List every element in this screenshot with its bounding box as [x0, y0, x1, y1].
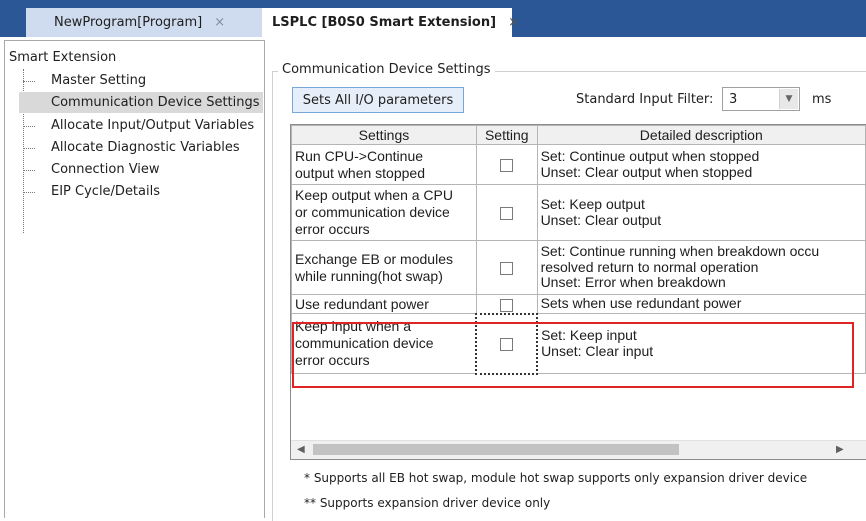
setting-checkbox[interactable] — [500, 338, 514, 352]
description-cell: Sets when use redundant power — [536, 294, 866, 314]
close-icon[interactable]: × — [214, 15, 225, 30]
scrollbar-thumb[interactable] — [313, 444, 679, 455]
table-row: Use redundant power Sets when use redund… — [291, 294, 866, 314]
tab-label: NewProgram[Program] — [54, 15, 203, 30]
tree-item-eip-cycle-details[interactable]: EIP Cycle/Details — [19, 181, 160, 202]
table-row: Run CPU->Continue output when stopped Se… — [291, 144, 866, 185]
setting-checkbox[interactable] — [500, 262, 514, 276]
setting-checkbox-cell[interactable] — [475, 240, 538, 295]
description-line: resolved return to normal operation — [540, 258, 759, 275]
description-line: Set: Keep output — [540, 196, 645, 212]
tree-root-smart-extension[interactable]: Smart Extension — [9, 50, 116, 65]
setting-name-line: Exchange EB or modules — [295, 250, 453, 267]
setting-name-cell: Run CPU->Continue output when stopped — [291, 144, 477, 185]
tree-item-connection-view[interactable]: Connection View — [19, 159, 160, 180]
settings-table: Settings Setting Detailed description Ru… — [291, 125, 866, 375]
setting-name-line: error occurs — [295, 221, 370, 237]
table-row: Exchange EB or modules while running(hot… — [291, 240, 866, 295]
description-line: Set: Continue output when stopped — [540, 148, 760, 164]
settings-grid: Settings Setting Detailed description Ru… — [290, 124, 866, 460]
footnote-hot-swap: * Supports all EB hot swap, module hot s… — [304, 471, 808, 485]
tab-lsplc-smart-extension[interactable]: LSPLC [B0S0 Smart Extension] × — [262, 8, 519, 37]
tree-item-allocate-diagnostic-variables[interactable]: Allocate Diagnostic Variables — [19, 137, 240, 158]
horizontal-scrollbar[interactable]: ◀ ▶ — [291, 440, 866, 459]
standard-input-filter-select[interactable]: 3 ▼ — [722, 87, 800, 111]
description-line: Unset: Error when breakdown — [540, 274, 726, 291]
setting-checkbox-cell[interactable] — [475, 144, 538, 185]
description-cell: Set: Keep output Unset: Clear output — [536, 184, 866, 241]
document-tab-bar: NewProgram[Program] × LSPLC [B0S0 Smart … — [0, 0, 866, 37]
column-header-settings[interactable]: Settings — [291, 125, 477, 145]
set-all-io-parameters-button[interactable]: Sets All I/O parameters — [292, 87, 464, 113]
setting-name-cell: Keep output when a CPU or communication … — [291, 184, 477, 241]
description-line: Set: Keep input — [541, 327, 637, 343]
tree-item-communication-device-settings[interactable]: Communication Device Settings — [19, 92, 263, 113]
description-cell: Set: Continue output when stopped Unset:… — [536, 144, 866, 185]
setting-name-line: or communication device — [295, 204, 450, 220]
description-line: Unset: Clear output — [540, 211, 662, 228]
description-line: Unset: Clear output when stopped — [540, 163, 753, 180]
tab-newprogram[interactable]: NewProgram[Program] × — [26, 8, 266, 37]
setting-name-cell: Use redundant power — [291, 294, 477, 314]
setting-name-line: Keep output when a CPU — [295, 187, 453, 203]
filter-unit: ms — [812, 92, 832, 107]
setting-name-cell: Keep input when a communication device e… — [291, 313, 477, 374]
scroll-right-arrow-icon[interactable]: ▶ — [836, 444, 844, 455]
setting-checkbox[interactable] — [500, 207, 514, 221]
setting-name-line: Run CPU->Continue — [295, 147, 424, 164]
chevron-down-icon[interactable]: ▼ — [779, 89, 798, 109]
setting-checkbox[interactable] — [500, 159, 514, 173]
settings-tree: Smart Extension Master Setting Communica… — [4, 40, 265, 518]
setting-name-line: communication device — [295, 335, 434, 351]
footnote-expansion-driver: ** Supports expansion driver device only — [304, 496, 551, 510]
description-cell: Set: Continue running when breakdown occ… — [536, 240, 866, 295]
description-line: Set: Continue running when breakdown occ… — [540, 243, 820, 260]
filter-value: 3 — [729, 92, 738, 107]
description-line: Sets when use redundant power — [540, 295, 742, 312]
table-row: Keep output when a CPU or communication … — [291, 184, 866, 241]
tree-item-master-setting[interactable]: Master Setting — [19, 70, 146, 91]
table-header-row: Settings Setting Detailed description — [291, 125, 866, 145]
setting-name-cell: Exchange EB or modules while running(hot… — [291, 240, 477, 295]
table-row-highlighted: Keep input when a communication device e… — [291, 312, 866, 375]
setting-name-line: while running(hot swap) — [295, 267, 443, 284]
column-header-setting[interactable]: Setting — [475, 125, 538, 145]
setting-name-line: Keep input when a — [295, 318, 411, 334]
description-line: Unset: Clear input — [541, 342, 654, 359]
setting-checkbox-cell[interactable] — [475, 294, 538, 314]
scroll-left-arrow-icon[interactable]: ◀ — [297, 444, 305, 455]
close-icon[interactable]: × — [508, 15, 519, 30]
setting-checkbox-cell[interactable] — [475, 184, 538, 241]
settings-panel: Communication Device Settings Sets All I… — [268, 40, 866, 521]
setting-checkbox-cell[interactable] — [475, 312, 539, 375]
tree-item-allocate-io-variables[interactable]: Allocate Input/Output Variables — [19, 115, 254, 136]
group-title: Communication Device Settings — [278, 62, 495, 77]
setting-name-line: Use redundant power — [295, 295, 429, 312]
column-header-detailed-description[interactable]: Detailed description — [536, 125, 866, 145]
setting-checkbox[interactable] — [500, 298, 514, 312]
setting-name-line: output when stopped — [295, 164, 425, 181]
tab-label: LSPLC [B0S0 Smart Extension] — [272, 15, 497, 30]
standard-input-filter-label: Standard Input Filter: — [576, 92, 714, 107]
description-cell: Set: Keep input Unset: Clear input — [536, 313, 866, 374]
setting-name-line: error occurs — [295, 352, 370, 368]
